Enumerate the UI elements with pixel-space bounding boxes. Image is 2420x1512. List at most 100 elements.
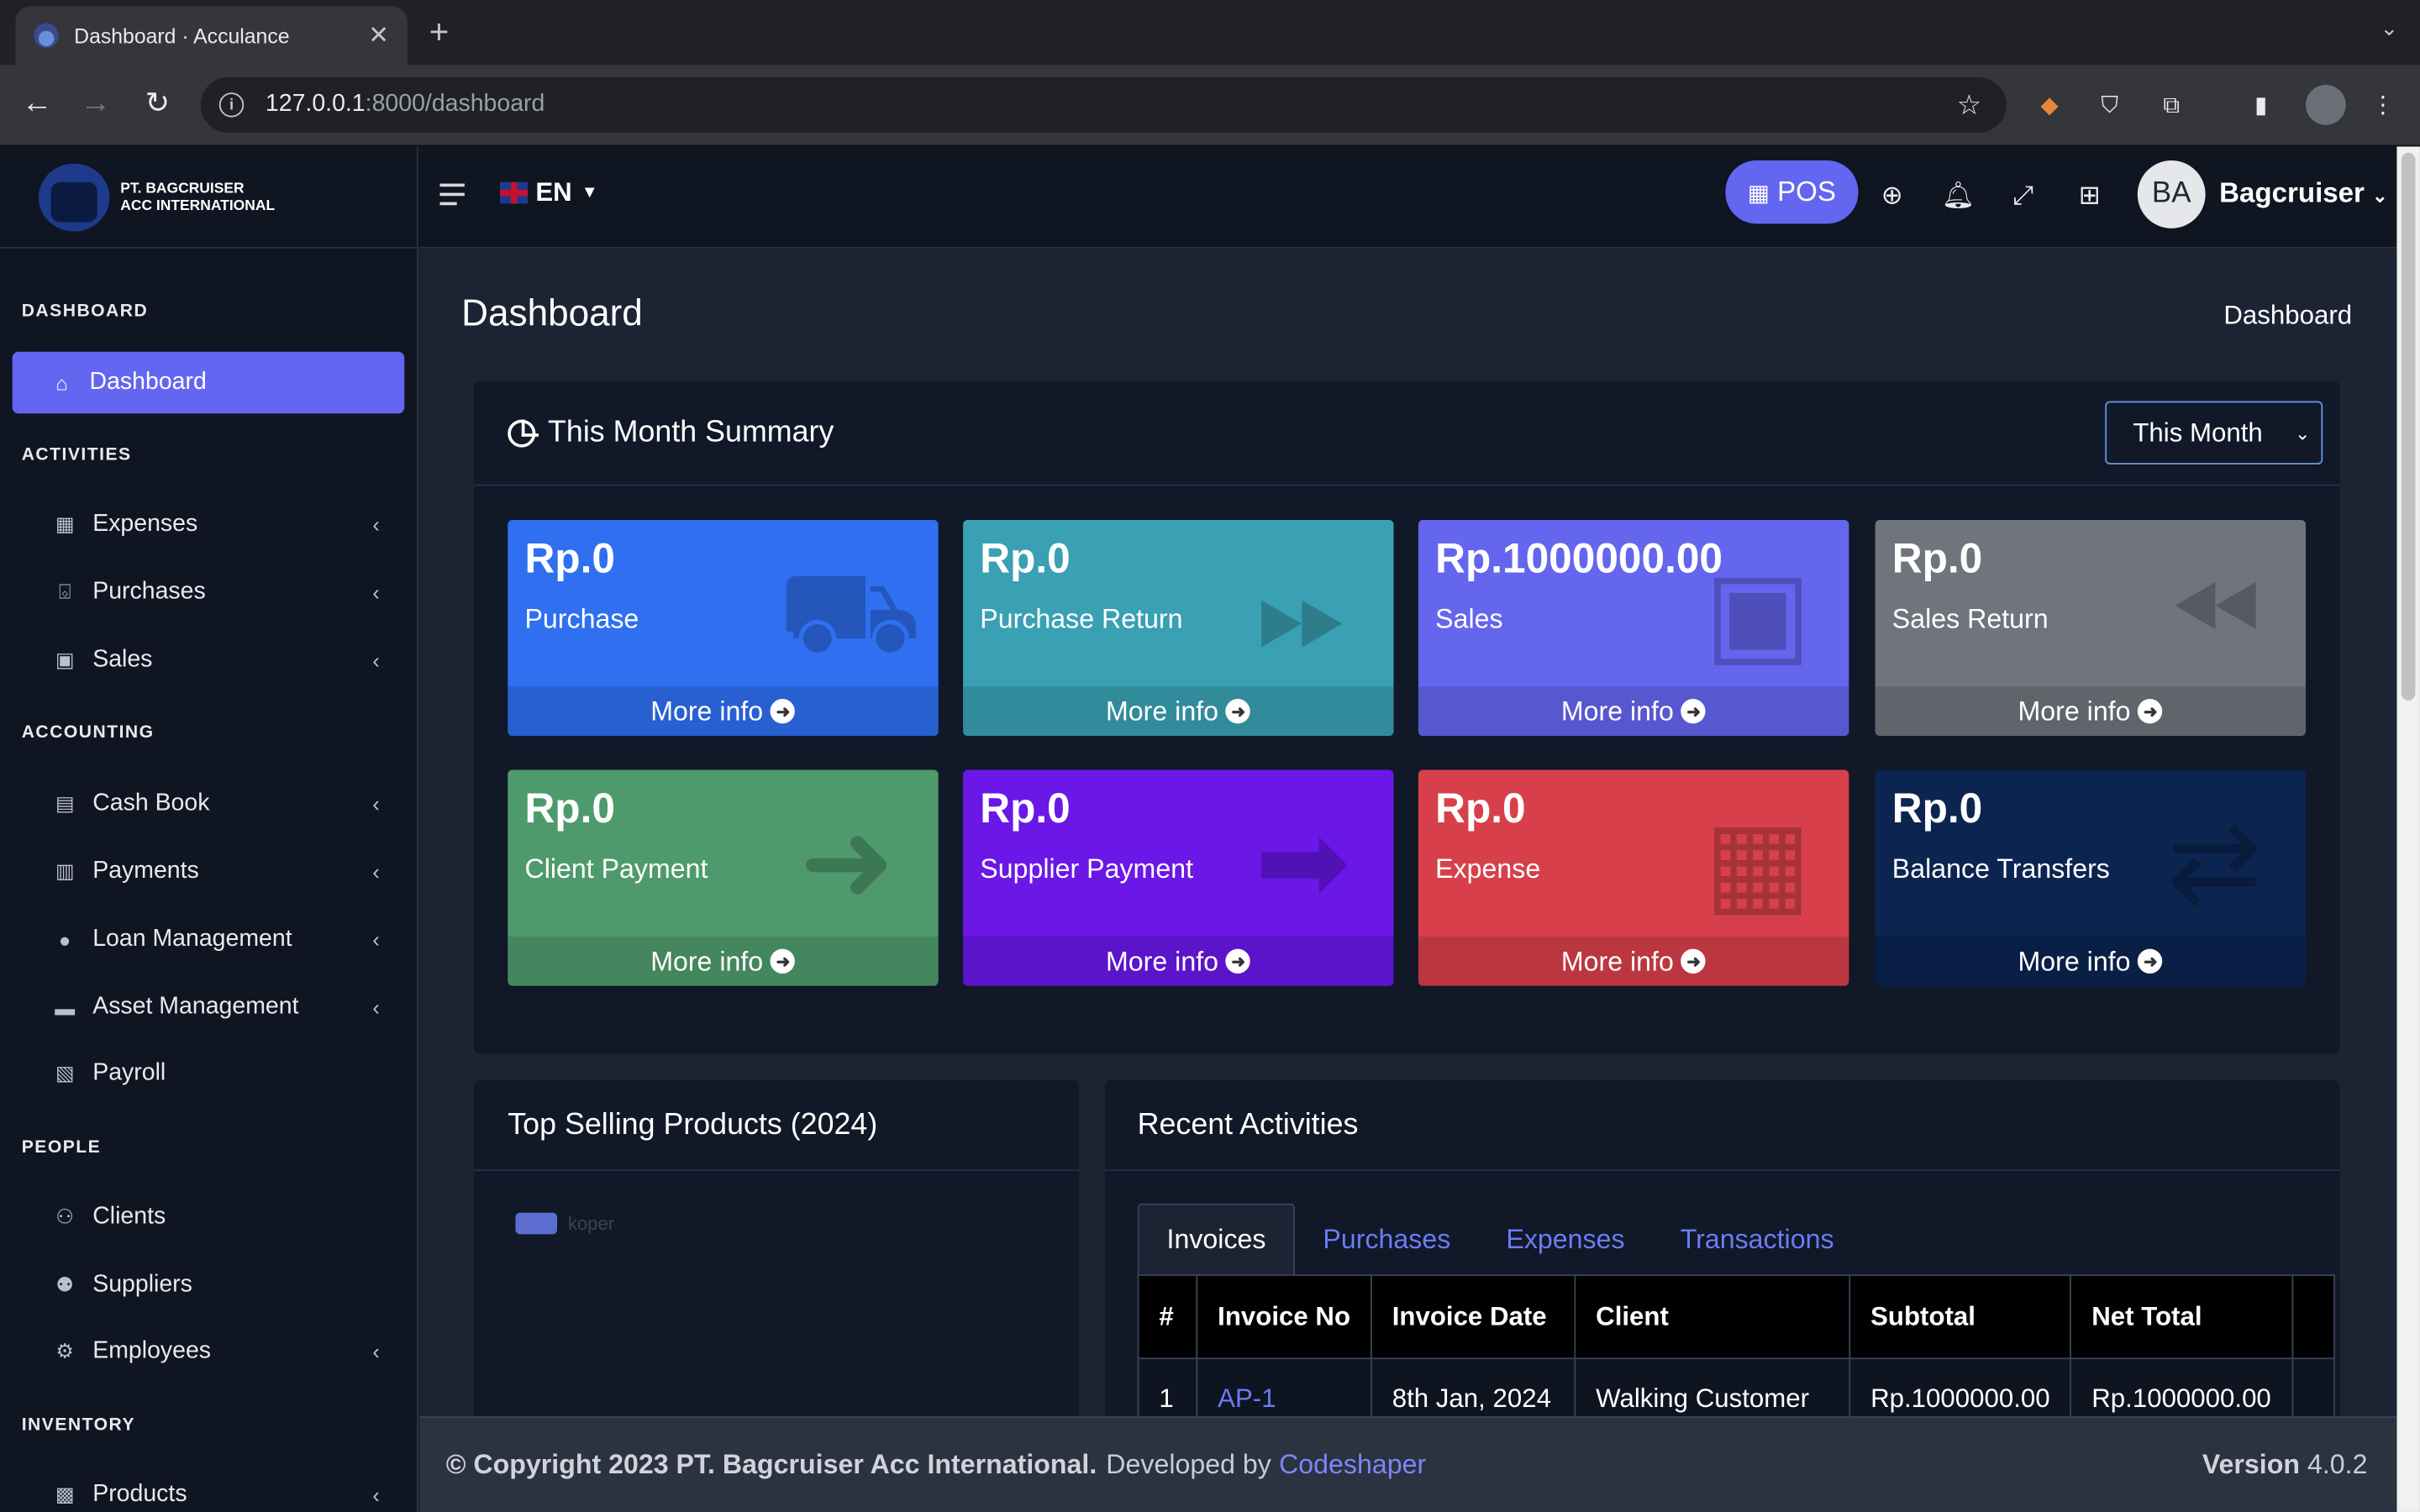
more-info-link[interactable]: More info ➜ (1875, 936, 2307, 986)
chevron-left-icon: ‹ (372, 1339, 380, 1364)
tab-purchases[interactable]: Purchases (1295, 1204, 1478, 1274)
chevron-left-icon: ‹ (372, 1483, 380, 1508)
profile-avatar-icon[interactable] (2306, 85, 2346, 125)
browser-tab-bar: Dashboard · Acculance ✕ + ⌄ (0, 0, 2420, 66)
box-label: Client Payment (524, 853, 708, 885)
close-tab-icon[interactable]: ✕ (368, 20, 389, 51)
sidebar-item-clients[interactable]: ⚇ Clients (13, 1186, 405, 1247)
book-icon: ▤ (55, 791, 75, 815)
sidebar-item-expenses[interactable]: ▦ Expenses ‹ (13, 494, 405, 555)
new-tab-icon[interactable]: + (429, 13, 450, 53)
tab-invoices[interactable]: Invoices (1137, 1203, 1296, 1275)
breadcrumb[interactable]: Dashboard (2223, 301, 2352, 332)
recent-activities-card: Recent Activities Invoices Purchases Exp… (1105, 1079, 2340, 1436)
table-header-row: # Invoice No Invoice Date Client Subtota… (1137, 1274, 2336, 1360)
back-icon[interactable]: ← (18, 87, 55, 122)
bell-icon[interactable]: 🔔︎ (1942, 181, 1975, 212)
chevron-down-icon: ⌄ (2372, 185, 2388, 207)
scrollbar-thumb[interactable] (2401, 152, 2416, 701)
period-select[interactable]: This Month ⌄ (2105, 401, 2323, 465)
avatar[interactable]: BA (2137, 160, 2206, 228)
fullscreen-icon[interactable]: ⤢ (2008, 181, 2039, 212)
sidebar-item-suppliers[interactable]: ⚉ Suppliers (13, 1254, 405, 1315)
sidebar-item-purchases[interactable]: ⌺ Purchases ‹ (13, 562, 405, 623)
invoices-table: # Invoice No Invoice Date Client Subtota… (1137, 1274, 2336, 1436)
col-subtotal[interactable]: Subtotal (1849, 1274, 2072, 1360)
language-selector[interactable]: EN ▼ (500, 177, 598, 208)
pos-button[interactable]: ▦ POS (1725, 160, 1859, 224)
favicon-icon (34, 23, 59, 48)
apps-grid-icon[interactable]: ⊞ (2075, 181, 2106, 212)
sidebar-item-products[interactable]: ▩ Products ‹ (13, 1464, 405, 1512)
box-value: Rp.0 (1891, 535, 1983, 582)
more-info-link[interactable]: More info ➜ (963, 686, 1394, 737)
sidebar-item-employees[interactable]: ⚙ Employees ‹ (13, 1320, 405, 1382)
tab-transactions[interactable]: Transactions (1653, 1204, 1862, 1274)
chart-legend[interactable]: koper (515, 1212, 614, 1235)
sidebar-item-payments[interactable]: ▥ Payments ‹ (13, 841, 405, 902)
version-number: 4.0.2 (2307, 1448, 2368, 1480)
more-info-link[interactable]: More info ➜ (508, 936, 939, 986)
exchange-icon: ⇄ (2166, 797, 2263, 927)
sidebar-item-label: Sales (92, 646, 153, 673)
sidebar-item-label: Expenses (92, 510, 198, 538)
sidebar-item-sales[interactable]: ▣ Sales ‹ (13, 629, 405, 690)
col-client[interactable]: Client (1574, 1274, 1851, 1360)
browser-tab[interactable]: Dashboard · Acculance ✕ (15, 6, 408, 66)
col-invoice-date[interactable]: Invoice Date (1370, 1274, 1576, 1360)
arrow-circle-right-icon: ➜ (1226, 699, 1251, 724)
extensions-puzzle-icon[interactable]: ⧉ (2156, 90, 2187, 121)
clipboard-icon: ▧ (55, 1061, 75, 1085)
sign-in-icon: ➜ (799, 797, 896, 927)
shield-extension-icon[interactable]: ⛉ (2094, 90, 2125, 121)
more-info-label: More info (1106, 695, 1219, 727)
sidebar-item-cash-book[interactable]: ▤ Cash Book ‹ (13, 773, 405, 834)
arrow-circle-right-icon: ➜ (2138, 948, 2164, 974)
more-info-link[interactable]: More info ➜ (1418, 686, 1849, 737)
chevron-left-icon: ‹ (372, 512, 380, 538)
user-menu[interactable]: Bagcruiser ⌄ (2219, 177, 2387, 210)
arrow-circle-right-icon: ➜ (1681, 948, 1707, 974)
col-net-total[interactable]: Net Total (2070, 1274, 2294, 1360)
sidebar-item-loan-management[interactable]: ● Loan Management ‹ (13, 909, 405, 970)
site-info-icon[interactable]: i (218, 92, 245, 118)
company-logo-icon (38, 162, 110, 231)
tab-search-chevron-icon[interactable]: ⌄ (2381, 15, 2399, 41)
arrow-circle-right-icon: ➜ (1681, 699, 1707, 724)
sidebar-item-asset-management[interactable]: ▬ Asset Management ‹ (13, 977, 405, 1038)
section-dashboard: DASHBOARD (21, 302, 149, 322)
box-label: Sales Return (1891, 603, 2049, 634)
recent-title: Recent Activities (1137, 1106, 1359, 1142)
basket-icon: ⌺ (58, 580, 71, 604)
period-value: This Month (2133, 417, 2263, 447)
address-bar[interactable]: i 127.0.0.1 :8000/dashboard ☆ (200, 76, 2007, 133)
more-info-link[interactable]: More info ➜ (963, 936, 1394, 986)
forward-icon[interactable]: → (77, 87, 114, 122)
brand[interactable]: PT. BAGCRUISER ACC INTERNATIONAL (0, 146, 417, 249)
add-circle-icon[interactable]: ⊕ (1876, 181, 1907, 212)
metamask-extension-icon[interactable]: ◆ (2034, 90, 2065, 121)
page-scrollbar[interactable] (2396, 146, 2420, 1512)
sidebar-item-label: Loan Management (92, 926, 292, 953)
more-info-link[interactable]: More info ➜ (1875, 686, 2307, 737)
tab-expenses[interactable]: Expenses (1478, 1204, 1652, 1274)
bookmark-star-icon[interactable]: ☆ (1957, 89, 1982, 122)
more-info-link[interactable]: More info ➜ (1418, 936, 1849, 986)
page-title: Dashboard (461, 292, 643, 335)
sidebar-item-label: Employees (92, 1337, 212, 1364)
copyright-text: © Copyright 2023 PT. Bagcruiser Acc Inte… (445, 1448, 1097, 1480)
reload-icon[interactable]: ↻ (139, 87, 176, 122)
cubes-icon: ▩ (55, 1483, 75, 1506)
chevron-left-icon: ‹ (372, 995, 380, 1021)
sidebar-item-payroll[interactable]: ▧ Payroll (13, 1043, 405, 1105)
developer-link[interactable]: Codeshaper (1279, 1449, 1426, 1482)
sidebar-item-dashboard[interactable]: ⌂ Dashboard (12, 351, 405, 414)
brand-line2: ACC INTERNATIONAL (120, 197, 276, 214)
side-panel-icon[interactable]: ▮ (2245, 90, 2276, 121)
chevron-left-icon: ‹ (372, 648, 380, 673)
more-info-link[interactable]: More info ➜ (508, 686, 939, 737)
col-invoice-no[interactable]: Invoice No (1196, 1274, 1372, 1360)
menu-toggle-icon[interactable] (439, 183, 465, 206)
browser-menu-icon[interactable]: ⋮ (2367, 90, 2398, 121)
uk-flag-icon (500, 181, 529, 204)
